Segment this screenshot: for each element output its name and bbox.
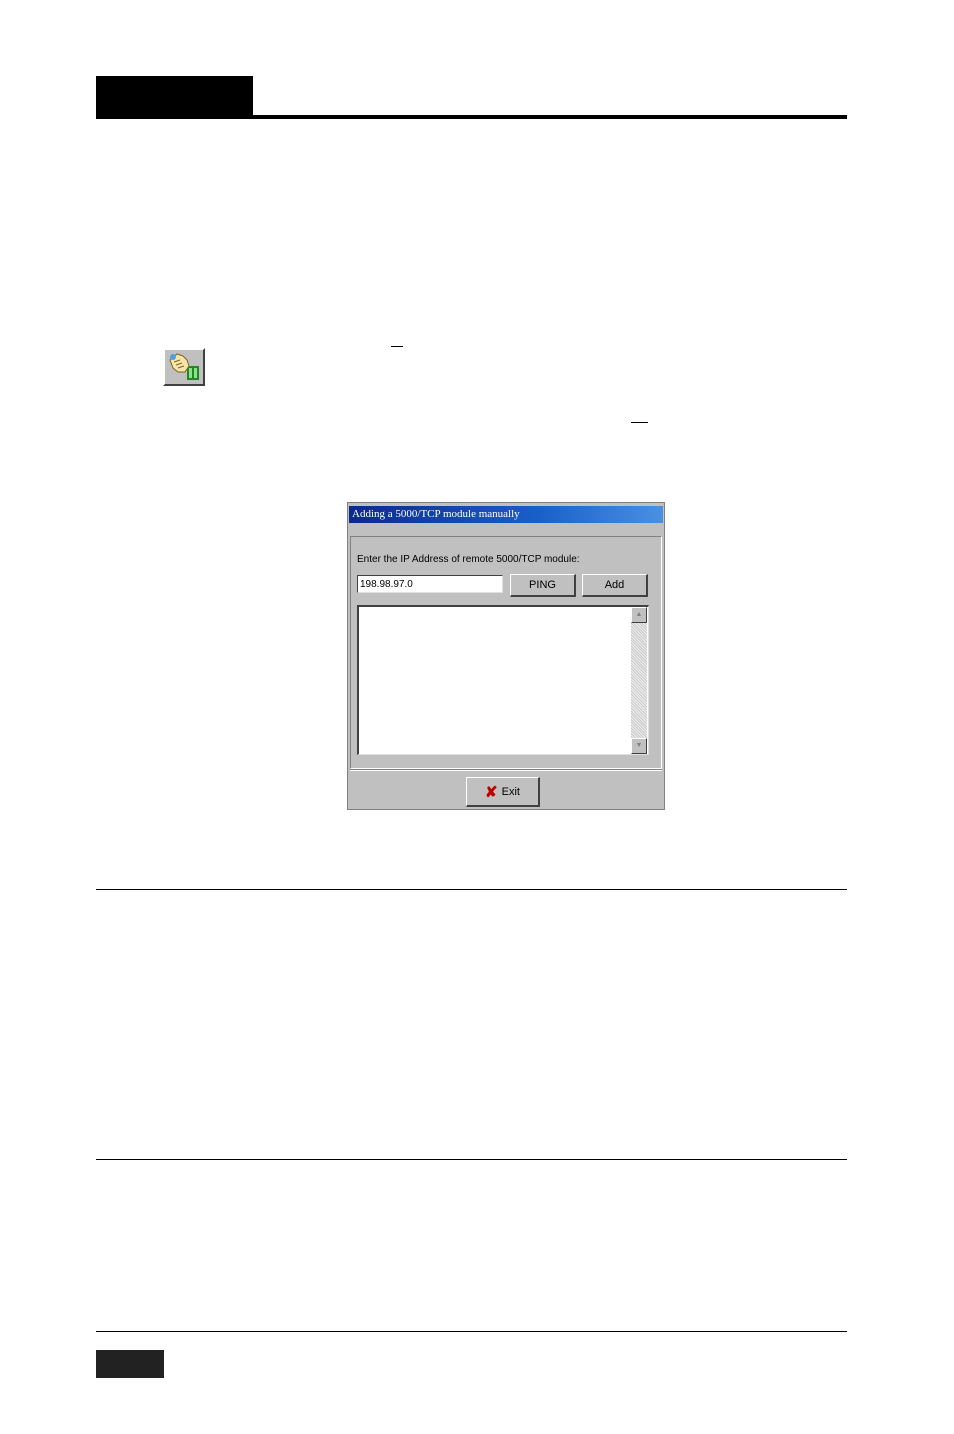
footer-rule — [96, 1331, 847, 1332]
add-module-icon[interactable] — [163, 348, 205, 386]
scroll-down-icon[interactable]: ▼ — [631, 738, 647, 754]
ip-address-input[interactable] — [357, 575, 503, 593]
scroll-up-icon[interactable]: ▲ — [631, 607, 647, 623]
add-button-label: Add — [604, 579, 625, 591]
section-rule — [96, 889, 847, 890]
exit-button-label: Exit — [501, 785, 520, 798]
close-x-icon: ✘ — [485, 783, 498, 801]
section-rule — [96, 1159, 847, 1160]
ping-result-list[interactable]: ▲ ▼ — [357, 605, 649, 755]
add-module-dialog: Adding a 5000/TCP module manually Enter … — [347, 502, 665, 810]
ip-prompt-label: Enter the IP Address of remote 5000/TCP … — [357, 554, 580, 565]
hand-network-icon — [169, 353, 199, 380]
footer-tab — [96, 1350, 164, 1378]
dialog-separator — [350, 769, 662, 771]
ping-button[interactable]: PING — [510, 574, 576, 597]
dialog-title-bar[interactable]: Adding a 5000/TCP module manually — [349, 506, 663, 523]
header-rule — [96, 115, 847, 119]
underline-mark — [391, 346, 403, 347]
ping-button-label: PING — [529, 579, 556, 591]
add-button[interactable]: Add — [582, 574, 648, 597]
vertical-scrollbar[interactable]: ▲ ▼ — [631, 607, 647, 754]
header-tab — [96, 76, 253, 118]
exit-button[interactable]: ✘ Exit — [466, 777, 540, 807]
underline-mark — [631, 422, 648, 423]
